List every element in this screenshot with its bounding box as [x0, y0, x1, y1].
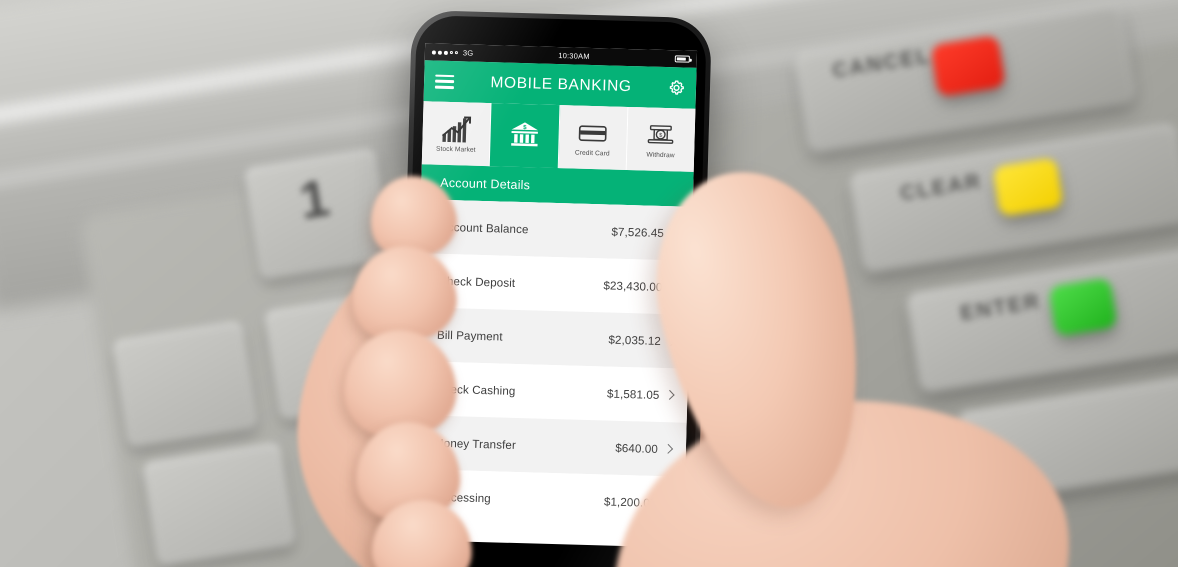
- atm-withdraw-icon: $: [644, 119, 679, 150]
- bar-chart-arrow-icon: [439, 114, 474, 145]
- tab-credit-card-label: Credit Card: [574, 149, 610, 158]
- screenshot-scene: 1 CANCEL CLEAR ENTER 3G 10:30AM MOBILE B…: [0, 0, 1178, 567]
- tab-stock-market[interactable]: Stock Market: [421, 101, 492, 167]
- atm-number-key-other-3: [142, 441, 296, 567]
- list-item[interactable]: Check Deposit $23,430.00: [417, 253, 692, 315]
- bank-building-icon: $: [507, 119, 542, 150]
- row-label: Bill Payment: [436, 328, 503, 344]
- signal-strength-icon: [431, 49, 458, 55]
- atm-cancel-key: [930, 35, 1006, 97]
- battery-icon: [674, 55, 690, 63]
- status-bar-left: 3G: [431, 47, 474, 58]
- row-right: $640.00: [615, 441, 672, 456]
- atm-clear-key: [992, 157, 1064, 217]
- page-title: MOBILE BANKING: [490, 73, 632, 95]
- row-value: $1,581.05: [606, 387, 660, 402]
- row-value: $23,430.00: [603, 278, 663, 294]
- list-item[interactable]: Bill Payment $2,035.12: [416, 307, 690, 369]
- chevron-right-icon: [665, 444, 672, 455]
- gear-icon[interactable]: [668, 79, 685, 96]
- row-value: $2,035.12: [608, 333, 662, 348]
- list-item[interactable]: Account Balance $7,526.45: [419, 199, 693, 261]
- network-type-label: 3G: [462, 48, 474, 58]
- hamburger-menu-icon[interactable]: [434, 74, 455, 89]
- tab-credit-card[interactable]: Credit Card: [558, 105, 629, 170]
- atm-number-key-other-2: [112, 320, 258, 448]
- tab-withdraw[interactable]: $ Withdraw: [626, 106, 696, 172]
- credit-card-icon: [575, 118, 610, 149]
- chevron-right-icon: [666, 390, 673, 401]
- tab-stock-market-label: Stock Market: [435, 145, 476, 154]
- tab-bank[interactable]: $: [490, 103, 560, 169]
- tab-withdraw-label: Withdraw: [646, 151, 675, 160]
- row-value: $640.00: [615, 441, 659, 456]
- row-right: $1,581.05: [607, 387, 674, 402]
- tab-bar: Stock Market $ Credit Card $ Withdraw: [421, 101, 696, 172]
- status-bar-time: 10:30AM: [558, 51, 590, 61]
- row-value: $7,526.45: [611, 225, 665, 240]
- atm-enter-key: [1048, 277, 1118, 337]
